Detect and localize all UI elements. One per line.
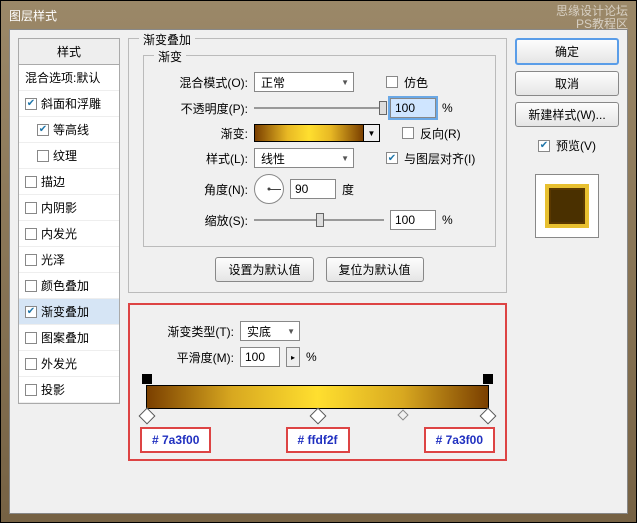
- blend-options-item[interactable]: 混合选项:默认: [19, 65, 119, 91]
- style-item-内发光[interactable]: 内发光: [19, 221, 119, 247]
- blend-mode-select[interactable]: 正常: [254, 72, 354, 92]
- color-callout-left: # 7a3f00: [140, 427, 211, 453]
- style-checkbox[interactable]: [25, 358, 37, 370]
- preview-label: 预览(V): [556, 137, 596, 154]
- style-checkbox[interactable]: [25, 332, 37, 344]
- gradient-bar[interactable]: [146, 385, 489, 409]
- color-callout-mid: # ffdf2f: [286, 427, 350, 453]
- style-select[interactable]: 线性: [254, 148, 354, 168]
- opacity-input[interactable]: 100: [390, 98, 436, 118]
- style-item-label: 渐变叠加: [41, 303, 89, 320]
- style-item-外发光[interactable]: 外发光: [19, 351, 119, 377]
- color-stop-right[interactable]: [480, 408, 497, 425]
- gradient-label: 渐变:: [158, 125, 248, 142]
- style-checkbox[interactable]: [25, 202, 37, 214]
- align-checkbox[interactable]: ✔: [386, 152, 398, 164]
- reset-default-button[interactable]: 复位为默认值: [326, 257, 424, 282]
- color-callout-right: # 7a3f00: [424, 427, 495, 453]
- subgroup-title: 渐变: [154, 48, 186, 65]
- style-item-内阴影[interactable]: 内阴影: [19, 195, 119, 221]
- style-item-label: 内发光: [41, 225, 77, 242]
- gradient-dropdown[interactable]: ▼: [364, 124, 380, 142]
- group-title: 渐变叠加: [139, 31, 195, 48]
- cancel-button[interactable]: 取消: [515, 71, 619, 96]
- style-item-label: 等高线: [53, 121, 89, 138]
- style-item-label: 描边: [41, 173, 65, 190]
- window-title: 图层样式: [9, 7, 57, 24]
- style-checkbox[interactable]: [25, 254, 37, 266]
- opacity-slider[interactable]: [254, 99, 384, 117]
- style-checkbox[interactable]: ✔: [37, 124, 49, 136]
- angle-input[interactable]: 90: [290, 179, 336, 199]
- style-item-label: 投影: [41, 381, 65, 398]
- styles-header: 样式: [19, 39, 119, 65]
- style-item-等高线[interactable]: ✔ 等高线: [19, 117, 119, 143]
- blend-mode-label: 混合模式(O):: [158, 74, 248, 91]
- preview-checkbox[interactable]: ✔: [538, 140, 550, 152]
- style-item-label: 光泽: [41, 251, 65, 268]
- ok-button[interactable]: 确定: [515, 38, 619, 65]
- style-checkbox[interactable]: ✔: [25, 98, 37, 110]
- new-style-button[interactable]: 新建样式(W)...: [515, 102, 619, 127]
- scale-slider[interactable]: [254, 211, 384, 229]
- gradient-preview[interactable]: [254, 124, 364, 142]
- style-item-label: 斜面和浮雕: [41, 95, 101, 112]
- style-checkbox[interactable]: [37, 150, 49, 162]
- reverse-label: 反向(R): [420, 125, 461, 142]
- style-checkbox[interactable]: [25, 384, 37, 396]
- gradient-editor-highlight: 渐变类型(T): 实底 平滑度(M): 100 ▸ % #: [128, 303, 507, 461]
- smooth-label: 平滑度(M):: [144, 349, 234, 366]
- main-area: 渐变叠加 渐变 混合模式(O): 正常 仿色 不透明度(P): 100: [128, 38, 507, 505]
- style-checkbox[interactable]: ✔: [25, 306, 37, 318]
- angle-label: 角度(N):: [158, 181, 248, 198]
- style-item-渐变叠加[interactable]: ✔ 渐变叠加: [19, 299, 119, 325]
- style-item-颜色叠加[interactable]: 颜色叠加: [19, 273, 119, 299]
- style-item-描边[interactable]: 描边: [19, 169, 119, 195]
- dither-label: 仿色: [404, 74, 428, 91]
- style-item-label: 图案叠加: [41, 329, 89, 346]
- gradient-subgroup: 渐变 混合模式(O): 正常 仿色 不透明度(P): 100 %: [143, 55, 496, 247]
- styles-list: 样式 混合选项:默认 ✔ 斜面和浮雕 ✔ 等高线纹理描边内阴影内发光光泽颜色叠加 ✔ 渐变…: [18, 38, 120, 404]
- style-item-图案叠加[interactable]: 图案叠加: [19, 325, 119, 351]
- opacity-stop-right[interactable]: [483, 374, 493, 384]
- reverse-checkbox[interactable]: [402, 127, 414, 139]
- layer-style-dialog: 图层样式 思缘设计论坛 PS教程区 样式 混合选项:默认 ✔ 斜面和浮雕 ✔ 等高线纹…: [0, 0, 637, 523]
- right-panel: 确定 取消 新建样式(W)... ✔ 预览(V): [515, 38, 619, 238]
- dialog-content: 样式 混合选项:默认 ✔斜面和浮雕✔等高线纹理描边内阴影内发光光泽颜色叠加✔渐变…: [9, 29, 628, 514]
- opacity-stop-left[interactable]: [142, 374, 152, 384]
- grad-type-label: 渐变类型(T):: [144, 323, 234, 340]
- style-item-光泽[interactable]: 光泽: [19, 247, 119, 273]
- scale-input[interactable]: 100: [390, 210, 436, 230]
- style-label: 样式(L):: [158, 150, 248, 167]
- style-item-label: 颜色叠加: [41, 277, 89, 294]
- align-label: 与图层对齐(I): [404, 150, 475, 167]
- style-item-斜面和浮雕[interactable]: ✔ 斜面和浮雕: [19, 91, 119, 117]
- opacity-label: 不透明度(P):: [158, 100, 248, 117]
- titlebar[interactable]: 图层样式: [1, 1, 636, 29]
- set-default-button[interactable]: 设置为默认值: [215, 257, 313, 282]
- style-checkbox[interactable]: [25, 228, 37, 240]
- style-item-纹理[interactable]: 纹理: [19, 143, 119, 169]
- style-item-投影[interactable]: 投影: [19, 377, 119, 403]
- color-stop-mid[interactable]: [309, 408, 326, 425]
- style-item-label: 纹理: [53, 147, 77, 164]
- gradient-overlay-group: 渐变叠加 渐变 混合模式(O): 正常 仿色 不透明度(P): 100: [128, 38, 507, 293]
- style-item-label: 内阴影: [41, 199, 77, 216]
- smooth-input[interactable]: 100: [240, 347, 280, 367]
- watermark: 思缘设计论坛 PS教程区: [556, 5, 628, 31]
- style-checkbox[interactable]: [25, 176, 37, 188]
- grad-type-select[interactable]: 实底: [240, 321, 300, 341]
- preview-swatch: [545, 184, 589, 228]
- angle-dial[interactable]: [254, 174, 284, 204]
- color-stop-left[interactable]: [139, 408, 156, 425]
- dither-checkbox[interactable]: [386, 76, 398, 88]
- smooth-spinner[interactable]: ▸: [286, 347, 300, 367]
- angle-unit: 度: [342, 181, 354, 198]
- style-checkbox[interactable]: [25, 280, 37, 292]
- scale-label: 缩放(S):: [158, 212, 248, 229]
- preview-thumbnail: [535, 174, 599, 238]
- midpoint-handle[interactable]: [397, 409, 408, 420]
- style-item-label: 外发光: [41, 355, 77, 372]
